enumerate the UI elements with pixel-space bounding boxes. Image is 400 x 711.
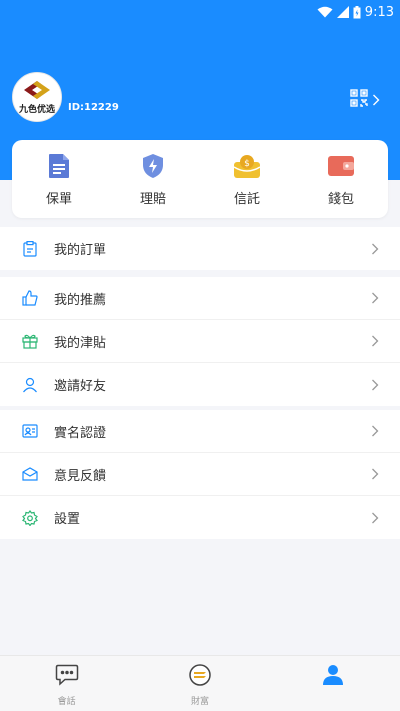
chevron-right-icon	[370, 333, 380, 349]
bottom-tab-bar: 會話 財富	[0, 655, 400, 711]
status-bar: 9:13	[0, 0, 400, 24]
brand-logo-text: 九色优选	[18, 105, 55, 115]
wallet-button[interactable]: 錢包	[301, 152, 381, 207]
menu-item-my-orders[interactable]: 我的訂單	[0, 227, 400, 270]
menu-label: 我的訂單	[54, 243, 107, 258]
menu-item-feedback[interactable]: 意見反饋	[0, 453, 400, 496]
menu-group-referral: 我的推薦 我的津貼 邀請好友	[0, 277, 400, 406]
menu-group-orders: 我的訂單	[0, 227, 400, 270]
gift-icon	[22, 333, 38, 349]
tab-label: 財富	[190, 697, 209, 707]
tab-profile[interactable]	[283, 656, 383, 711]
document-icon	[45, 152, 73, 180]
id-card-icon	[22, 423, 38, 439]
battery-icon	[353, 5, 361, 19]
chevron-right-icon	[370, 466, 380, 482]
claims-label: 理賠	[139, 191, 166, 207]
chevron-right-icon	[370, 290, 380, 306]
menu-label: 我的推薦	[54, 292, 107, 308]
quick-actions-card: 保單 理賠 $ 信託 錢包	[12, 140, 388, 218]
mail-icon	[22, 466, 38, 482]
menu-group-settings: 實名認證 意見反饋 設置	[0, 410, 400, 539]
chevron-right-icon	[370, 241, 380, 257]
profile-icon	[321, 664, 345, 690]
svg-text:$: $	[244, 159, 250, 169]
person-icon	[22, 377, 38, 393]
policy-label: 保單	[45, 191, 72, 207]
trust-button[interactable]: $ 信託	[207, 152, 287, 207]
wallet-icon	[327, 152, 355, 180]
user-id: ID:12229	[68, 102, 119, 113]
tab-wealth[interactable]: 財富	[150, 656, 250, 711]
chevron-right-icon	[370, 510, 380, 526]
tab-chat[interactable]: 會話	[17, 656, 117, 711]
gear-icon	[22, 509, 38, 526]
trust-label: 信託	[233, 191, 260, 207]
brand-logo-icon	[24, 81, 50, 99]
qr-code-button[interactable]	[350, 89, 380, 111]
claims-button[interactable]: 理賠	[113, 152, 193, 207]
chevron-right-icon	[372, 91, 380, 110]
menu-label: 邀請好友	[54, 379, 107, 394]
menu-label: 我的津貼	[54, 335, 107, 351]
chat-icon	[55, 664, 79, 690]
menu-item-invite-friends[interactable]: 邀請好友	[0, 363, 400, 406]
wallet-label: 錢包	[327, 191, 354, 207]
menu-item-identity-verification[interactable]: 實名認證	[0, 410, 400, 453]
menu-item-settings[interactable]: 設置	[0, 496, 400, 539]
tab-label: 會話	[57, 697, 76, 707]
thumbs-up-icon	[22, 290, 38, 306]
menu-label: 設置	[54, 512, 81, 527]
clock-time: 9:13	[364, 4, 394, 20]
shield-icon	[139, 152, 167, 180]
signal-icon	[336, 6, 349, 18]
menu-label: 意見反饋	[54, 468, 107, 484]
avatar[interactable]: 九色优选	[12, 72, 62, 122]
chevron-right-icon	[370, 377, 380, 393]
coin-icon	[188, 664, 212, 690]
menu-label: 實名認證	[54, 425, 107, 441]
policy-button[interactable]: 保單	[19, 152, 99, 207]
clipboard-icon	[22, 240, 38, 257]
qr-code-icon	[350, 89, 368, 111]
money-pouch-icon: $	[233, 152, 261, 180]
menu-item-my-referrals[interactable]: 我的推薦	[0, 277, 400, 320]
wifi-icon	[317, 6, 333, 18]
menu-item-my-allowance[interactable]: 我的津貼	[0, 320, 400, 363]
chevron-right-icon	[370, 423, 380, 439]
